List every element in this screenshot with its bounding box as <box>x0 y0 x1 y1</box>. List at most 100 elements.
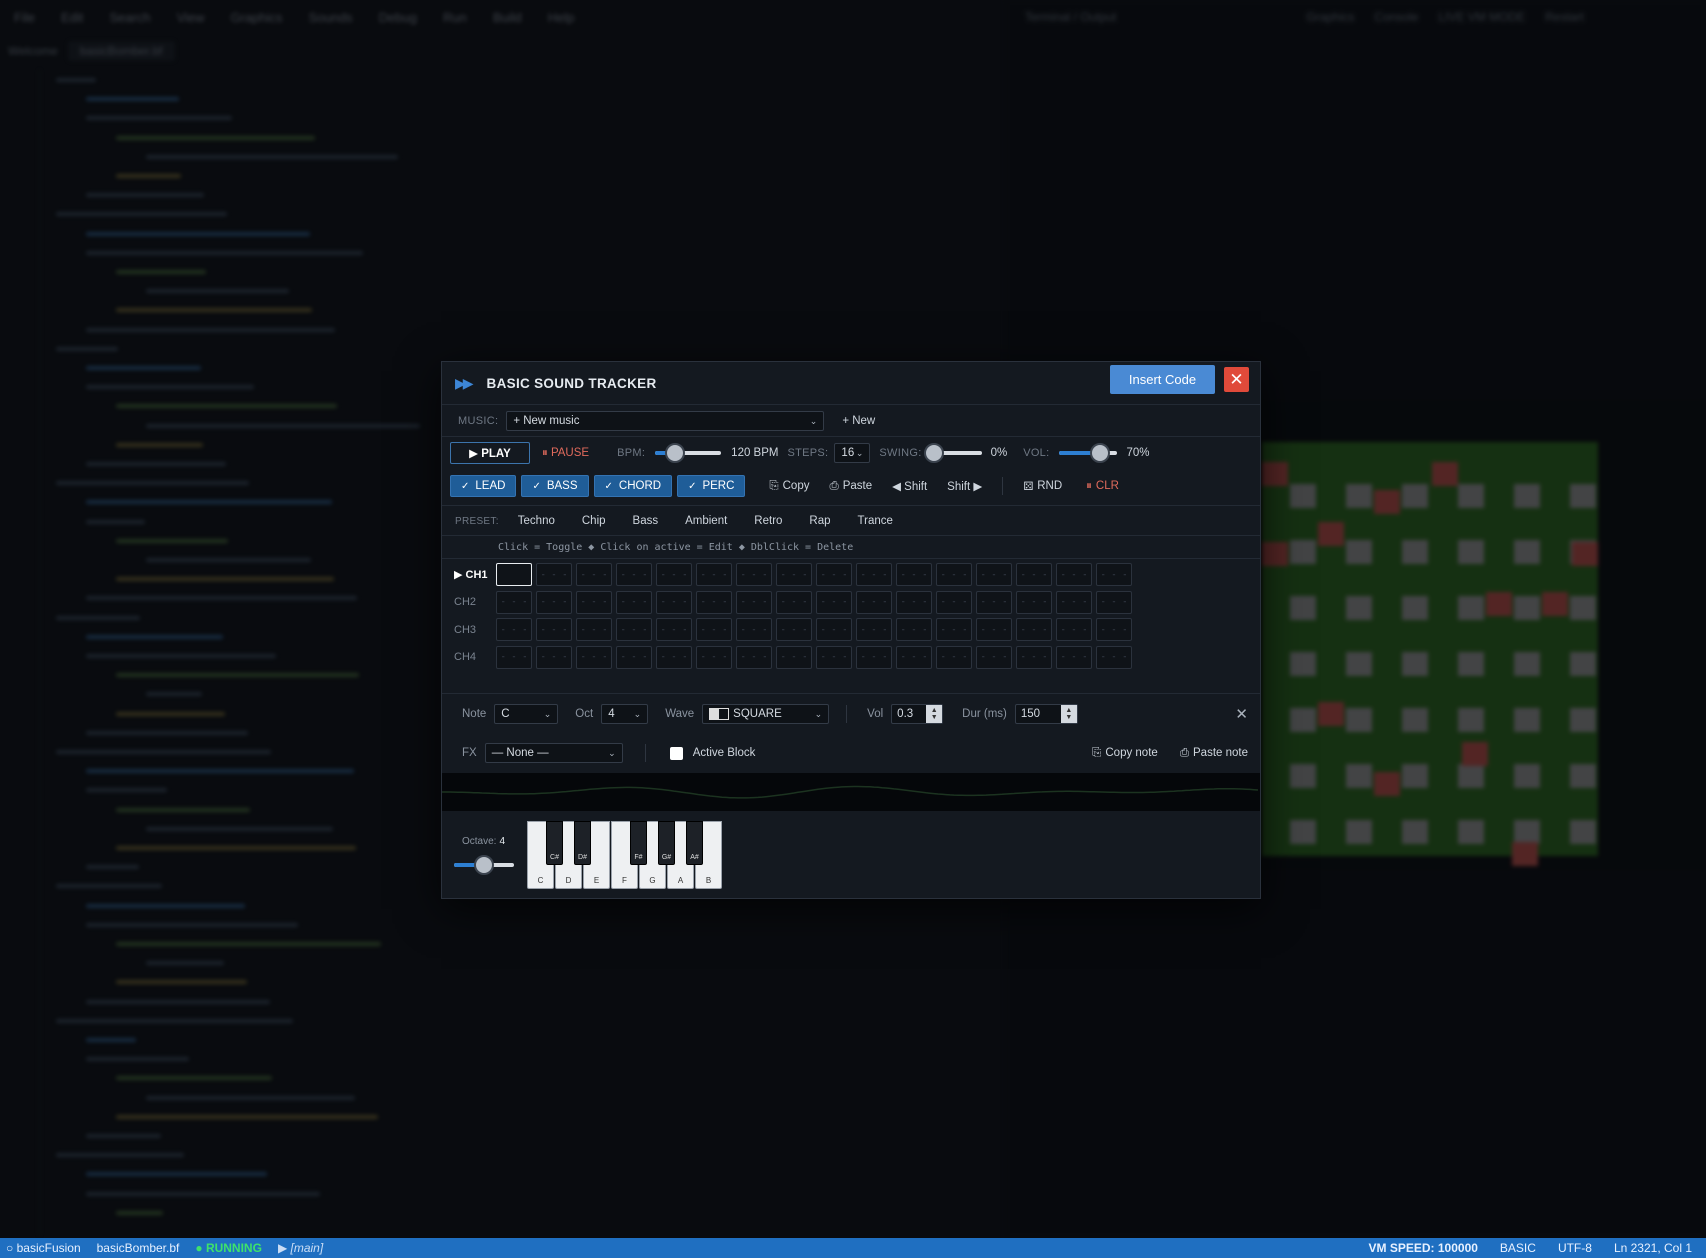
step-cell[interactable]: - - - <box>536 590 572 614</box>
preset-retro[interactable]: Retro <box>754 515 782 527</box>
step-cell[interactable]: - - - <box>776 563 812 586</box>
step-cell[interactable]: - - - <box>776 645 812 669</box>
octave-slider[interactable] <box>454 855 514 875</box>
note-select[interactable]: C ⌄ <box>494 704 559 724</box>
step-cell[interactable]: - - - <box>816 645 852 669</box>
copy-note-button[interactable]: ⎘ Copy note <box>1092 747 1158 760</box>
piano-key-c-sharp[interactable]: C# <box>546 821 563 865</box>
bpm-knob[interactable] <box>664 443 685 463</box>
step-cell[interactable]: - - - <box>1056 563 1092 586</box>
step-cell[interactable]: - - - <box>616 618 652 641</box>
step-cell[interactable]: - - - <box>656 590 692 614</box>
step-cell[interactable]: - - - <box>696 618 732 641</box>
cursor-position[interactable]: Ln 2321, Col 1 <box>1614 1241 1692 1255</box>
preset-chip[interactable]: Chip <box>582 515 606 527</box>
step-cell[interactable]: - - - <box>616 590 652 614</box>
step-cell[interactable]: - - - <box>1056 618 1092 641</box>
chord-toggle[interactable]: ✓ CHORD <box>593 475 673 497</box>
step-cell[interactable]: - - - <box>1016 563 1052 586</box>
swing-knob[interactable] <box>923 443 944 463</box>
random-button[interactable]: ⚄ RND <box>1023 479 1062 493</box>
step-cell[interactable]: - - - <box>536 645 572 669</box>
stepper-icon[interactable]: ▲ ▼ <box>926 705 943 723</box>
step-cell[interactable]: - - - <box>1096 590 1132 614</box>
step-cell[interactable]: - - - <box>816 618 852 641</box>
preset-ambient[interactable]: Ambient <box>685 515 727 527</box>
step-cell[interactable]: - - - <box>936 590 972 614</box>
step-cell[interactable]: - - - <box>936 618 972 641</box>
step-cell[interactable]: - - - <box>816 590 852 614</box>
step-cell[interactable]: - - - <box>856 563 892 586</box>
step-cell[interactable]: - - - <box>776 618 812 641</box>
step-cell[interactable]: - - - <box>1056 645 1092 669</box>
step-cell[interactable]: - - - <box>976 590 1012 614</box>
step-cell[interactable]: - - - <box>1056 590 1092 614</box>
paste-note-button[interactable]: ⎙ Paste note <box>1180 747 1248 760</box>
copy-button[interactable]: ⎘ Copy <box>769 480 809 493</box>
step-cell[interactable]: - - - <box>736 590 772 614</box>
step-cell[interactable]: - - - <box>616 645 652 669</box>
step-cell[interactable]: - - - <box>656 645 692 669</box>
octave-select[interactable]: 4 ⌄ <box>601 704 649 724</box>
clear-button[interactable]: ⏸ CLR <box>1086 480 1119 493</box>
duration-field[interactable]: 150 ▲ ▼ <box>1014 704 1078 724</box>
step-cell[interactable]: - - - <box>496 645 532 669</box>
volume-knob[interactable] <box>1090 443 1111 463</box>
step-cell[interactable]: - - - <box>896 590 932 614</box>
step-cell[interactable]: - - - <box>856 590 892 614</box>
step-cell[interactable]: - - - <box>576 618 612 641</box>
step-cell[interactable]: - - - <box>936 563 972 586</box>
paste-button[interactable]: ⎙ Paste <box>829 480 872 493</box>
step-cell[interactable]: - - - <box>976 618 1012 641</box>
piano-key-d-sharp[interactable]: D# <box>574 821 591 865</box>
volume-slider[interactable] <box>1059 443 1118 463</box>
stepper-icon[interactable]: ▲ ▼ <box>1060 705 1077 723</box>
shift-right-button[interactable]: Shift ▶ <box>947 479 982 493</box>
step-cell[interactable]: - - - <box>1016 590 1052 614</box>
step-cell[interactable]: - - - <box>576 563 612 586</box>
step-cell[interactable]: - - - <box>976 563 1012 586</box>
step-cell[interactable]: - - - <box>576 590 612 614</box>
octave-knob[interactable] <box>474 855 494 875</box>
step-cell[interactable]: - - - <box>896 618 932 641</box>
vol-field[interactable]: 0.3 ▲ ▼ <box>891 704 944 724</box>
preset-trance[interactable]: Trance <box>858 515 893 527</box>
wave-select[interactable]: SQUARE ⌄ <box>702 704 830 724</box>
new-music-button[interactable]: + New <box>842 415 875 427</box>
step-cell[interactable]: - - - <box>496 618 532 641</box>
fx-select[interactable]: — None — ⌄ <box>484 743 623 763</box>
steps-select[interactable]: 16 ⌄ <box>834 443 871 463</box>
step-cell[interactable]: - - - <box>976 645 1012 669</box>
music-select[interactable]: + New music ⌄ <box>506 411 825 431</box>
step-cell[interactable]: - - - <box>536 618 572 641</box>
step-cell[interactable]: - - - <box>1016 618 1052 641</box>
step-cell[interactable]: - - - <box>736 645 772 669</box>
project-indicator[interactable]: ○ basicFusion <box>6 1241 81 1255</box>
step-cell[interactable]: - - - <box>736 618 772 641</box>
swing-slider[interactable] <box>923 443 982 463</box>
bpm-slider[interactable] <box>655 443 722 463</box>
step-cell[interactable]: - - - <box>656 618 692 641</box>
preset-techno[interactable]: Techno <box>518 515 555 527</box>
step-cell[interactable]: - - - <box>656 563 692 586</box>
step-cell[interactable]: - - - <box>1096 563 1132 586</box>
step-cell[interactable]: - - - <box>856 645 892 669</box>
language-mode[interactable]: BASIC <box>1500 1241 1536 1255</box>
piano-key-g-sharp[interactable]: G# <box>658 821 675 865</box>
step-cell[interactable]: - - - <box>616 563 652 586</box>
active-block-checkbox[interactable] <box>669 746 683 760</box>
step-cell[interactable]: - - - <box>896 563 932 586</box>
step-cell[interactable]: - - - <box>856 618 892 641</box>
encoding[interactable]: UTF-8 <box>1558 1241 1592 1255</box>
step-cell[interactable]: - - - <box>1096 618 1132 641</box>
preset-bass[interactable]: Bass <box>633 515 659 527</box>
lead-toggle[interactable]: ✓ LEAD <box>450 475 517 497</box>
step-cell[interactable]: - - - <box>896 645 932 669</box>
step-cell[interactable]: - - - <box>576 645 612 669</box>
step-cell[interactable]: - - - <box>696 563 732 586</box>
step-cell[interactable]: - - - <box>776 590 812 614</box>
perc-toggle[interactable]: ✓ PERC <box>677 475 746 497</box>
step-cell[interactable]: - - - <box>536 563 572 586</box>
step-cell[interactable] <box>496 563 532 586</box>
step-cell[interactable]: - - - <box>736 563 772 586</box>
